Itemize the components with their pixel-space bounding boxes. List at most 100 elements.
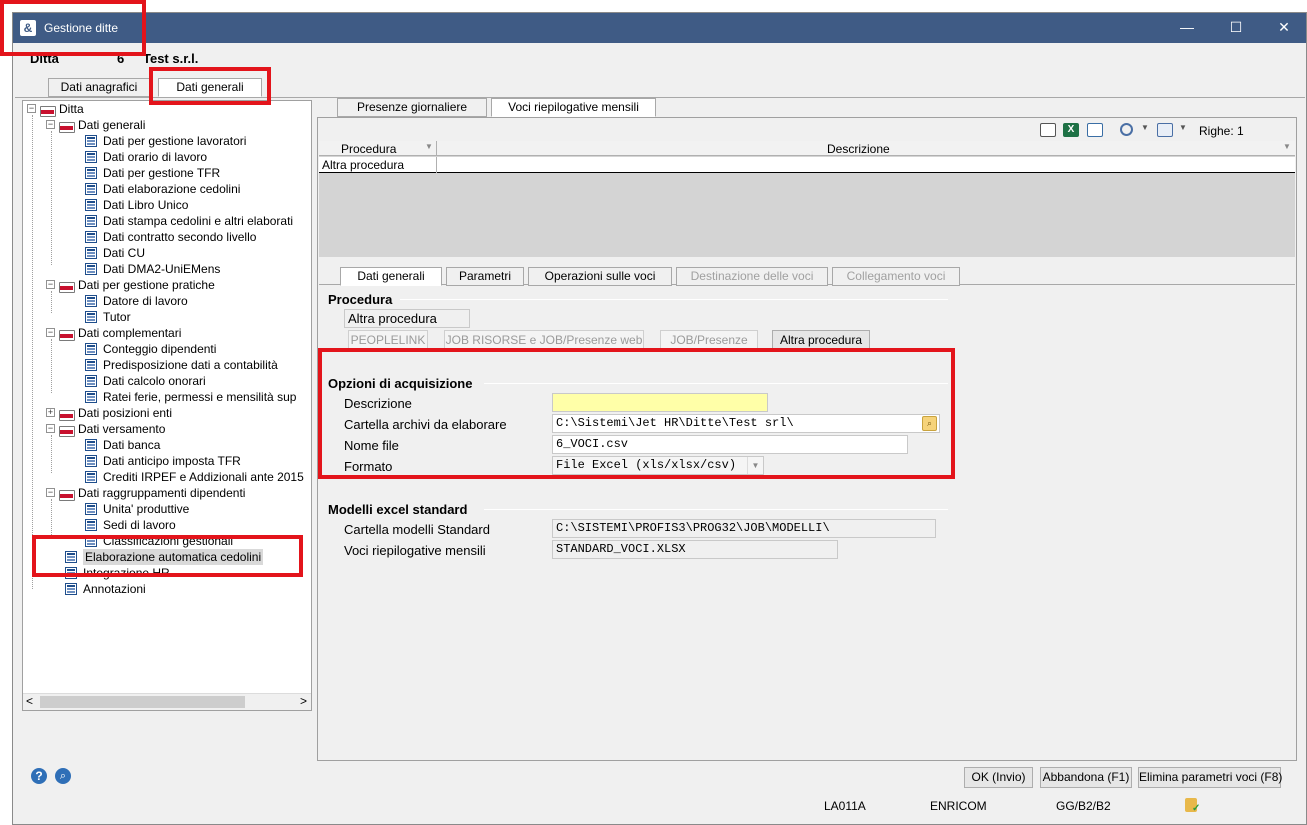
grid-header: Procedura ▼ Descrizione ▼ (319, 141, 1295, 156)
document-icon (85, 135, 97, 147)
document-icon (85, 167, 97, 179)
chevron-down-icon[interactable]: ▼ (1141, 123, 1149, 132)
tree-item[interactable]: Dati stampa cedolini e altri elaborati (83, 213, 311, 229)
zoom-icon[interactable]: ⌕ (55, 768, 71, 784)
tree-item[interactable]: Crediti IRPEF e Addizionali ante 2015 (83, 469, 311, 485)
tree-item[interactable]: Dati contratto secondo livello (83, 229, 311, 245)
tree-item[interactable]: Conteggio dipendenti (83, 341, 311, 357)
tree-label: Dati posizioni enti (78, 406, 173, 420)
tree-guide (32, 115, 33, 589)
tab-dati-anagrafici[interactable]: Dati anagrafici (48, 78, 150, 97)
status-code: LA011A (824, 799, 866, 813)
tree-label: Dati stampa cedolini e altri elaborati (103, 214, 294, 228)
collapse-icon[interactable]: − (27, 104, 36, 113)
tab-operazioni-sulle-voci[interactable]: Operazioni sulle voci (528, 267, 672, 286)
expand-icon[interactable]: + (46, 408, 55, 417)
altra-procedura-button[interactable]: Altra procedura (772, 330, 870, 350)
collapse-icon[interactable]: − (46, 120, 55, 129)
cartella-modelli-value: C:\SISTEMI\PROFIS3\PROG32\JOB\MODELLI\ (552, 519, 936, 538)
tree-item[interactable]: Dati Libro Unico (83, 197, 311, 213)
document-icon (65, 583, 77, 595)
collapse-icon[interactable]: − (46, 424, 55, 433)
tree-item[interactable]: Dati banca (83, 437, 311, 453)
tree-label: Ditta (59, 102, 84, 116)
procedure-grid[interactable]: Procedura ▼ Descrizione ▼ Altra procedur… (319, 141, 1295, 257)
modelli-section-title: Modelli excel standard (328, 502, 468, 517)
abbandona-button[interactable]: Abbandona (F1) (1040, 767, 1132, 788)
maximize-button[interactable]: ☐ (1213, 13, 1259, 43)
document-icon (85, 359, 97, 371)
status-user: ENRICOM (930, 799, 987, 813)
tab-dati-generali-detail[interactable]: Dati generali (340, 267, 442, 286)
section-divider (400, 299, 948, 300)
tree-item[interactable]: Dati per gestione TFR (83, 165, 311, 181)
column-divider (436, 141, 437, 156)
table-row[interactable]: Altra procedura (319, 157, 1295, 173)
document-icon (85, 263, 97, 275)
scroll-thumb[interactable] (40, 696, 245, 708)
tab-voci-riepilogative[interactable]: Voci riepilogative mensili (491, 98, 656, 117)
tree-label: Unita' produttive (103, 502, 190, 516)
export-icon[interactable] (1087, 123, 1103, 137)
job-presenze-button[interactable]: JOB/Presenze (660, 330, 758, 350)
tree-item[interactable]: Dati DMA2-UniEMens (83, 261, 311, 277)
tree-item[interactable]: Annotazioni (63, 581, 311, 597)
elimina-parametri-button[interactable]: Elimina parametri voci (F8) (1138, 767, 1282, 788)
ok-button[interactable]: OK (Invio) (964, 767, 1033, 788)
tree-label: Dati raggruppamenti dipendenti (78, 486, 246, 500)
tree-item[interactable]: Predisposizione dati a contabilità (83, 357, 311, 373)
tree-item[interactable]: Dati anticipo imposta TFR (83, 453, 311, 469)
scroll-right-icon[interactable]: > (300, 694, 307, 708)
tree-item-raggruppamenti[interactable]: − Dati raggruppamenti dipendenti (46, 485, 306, 501)
tree-panel[interactable]: − Ditta − Dati generali Dati per gestion… (22, 100, 312, 711)
tree-item[interactable]: Dati CU (83, 245, 311, 261)
tree-item[interactable]: Sedi di lavoro (83, 517, 311, 533)
tree-item-pratiche[interactable]: − Dati per gestione pratiche (46, 277, 306, 293)
chevron-down-icon[interactable]: ▼ (1179, 123, 1187, 132)
tree-item[interactable]: Datore di lavoro (83, 293, 311, 309)
excel-icon[interactable]: X (1063, 123, 1079, 137)
tree-item[interactable]: Dati orario di lavoro (83, 149, 311, 165)
search-icon[interactable] (1120, 123, 1133, 136)
minimize-button[interactable]: — (1164, 13, 1210, 43)
column-header-procedura[interactable]: Procedura (341, 142, 396, 156)
tree-label: Dati DMA2-UniEMens (103, 262, 221, 276)
peoplelink-button[interactable]: PEOPLELINK (348, 330, 428, 350)
tab-presenze-giornaliere[interactable]: Presenze giornaliere (337, 98, 487, 117)
collapse-icon[interactable]: − (46, 328, 55, 337)
tree-horizontal-scrollbar[interactable]: < > (23, 693, 311, 710)
tree-item-dati-generali[interactable]: − Dati generali (46, 117, 306, 133)
close-button[interactable]: ✕ (1261, 13, 1307, 43)
tree-item[interactable]: Tutor (83, 309, 311, 325)
title-bar[interactable]: & Gestione ditte — ☐ ✕ (13, 13, 1306, 43)
tab-parametri[interactable]: Parametri (446, 267, 524, 286)
column-header-descrizione[interactable]: Descrizione (827, 142, 890, 156)
tree-label: Dati orario di lavoro (103, 150, 208, 164)
print-icon[interactable] (1040, 123, 1056, 137)
chevron-down-icon[interactable]: ▼ (1283, 142, 1291, 151)
tree-label: Dati versamento (78, 422, 166, 436)
document-icon (85, 343, 97, 355)
tree-item-posizioni-enti[interactable]: + Dati posizioni enti (46, 405, 306, 421)
help-icon[interactable]: ? (31, 768, 47, 784)
tree-label: Dati banca (103, 438, 161, 452)
tree-item[interactable]: Unita' produttive (83, 501, 311, 517)
tree-item-complementari[interactable]: − Dati complementari (46, 325, 306, 341)
tree-item-versamento[interactable]: − Dati versamento (46, 421, 306, 437)
tree-item[interactable]: Dati elaborazione cedolini (83, 181, 311, 197)
tree-item[interactable]: Dati per gestione lavoratori (83, 133, 311, 149)
job-risorse-button[interactable]: JOB RISORSE e JOB/Presenze web (444, 330, 644, 350)
document-icon (85, 375, 97, 387)
folder-icon (58, 407, 75, 421)
highlight-box-opzioni (318, 348, 955, 479)
collapse-icon[interactable]: − (46, 280, 55, 289)
cell-procedura: Altra procedura (322, 158, 405, 172)
chevron-down-icon[interactable]: ▼ (425, 142, 433, 151)
filter-icon[interactable] (1157, 123, 1173, 137)
tree-item[interactable]: Dati calcolo onorari (83, 373, 311, 389)
scroll-left-icon[interactable]: < (26, 694, 33, 708)
tree-item[interactable]: Ratei ferie, permessi e mensilità sup (83, 389, 311, 405)
collapse-icon[interactable]: − (46, 488, 55, 497)
tree-label: Annotazioni (83, 582, 146, 596)
document-icon (85, 311, 97, 323)
